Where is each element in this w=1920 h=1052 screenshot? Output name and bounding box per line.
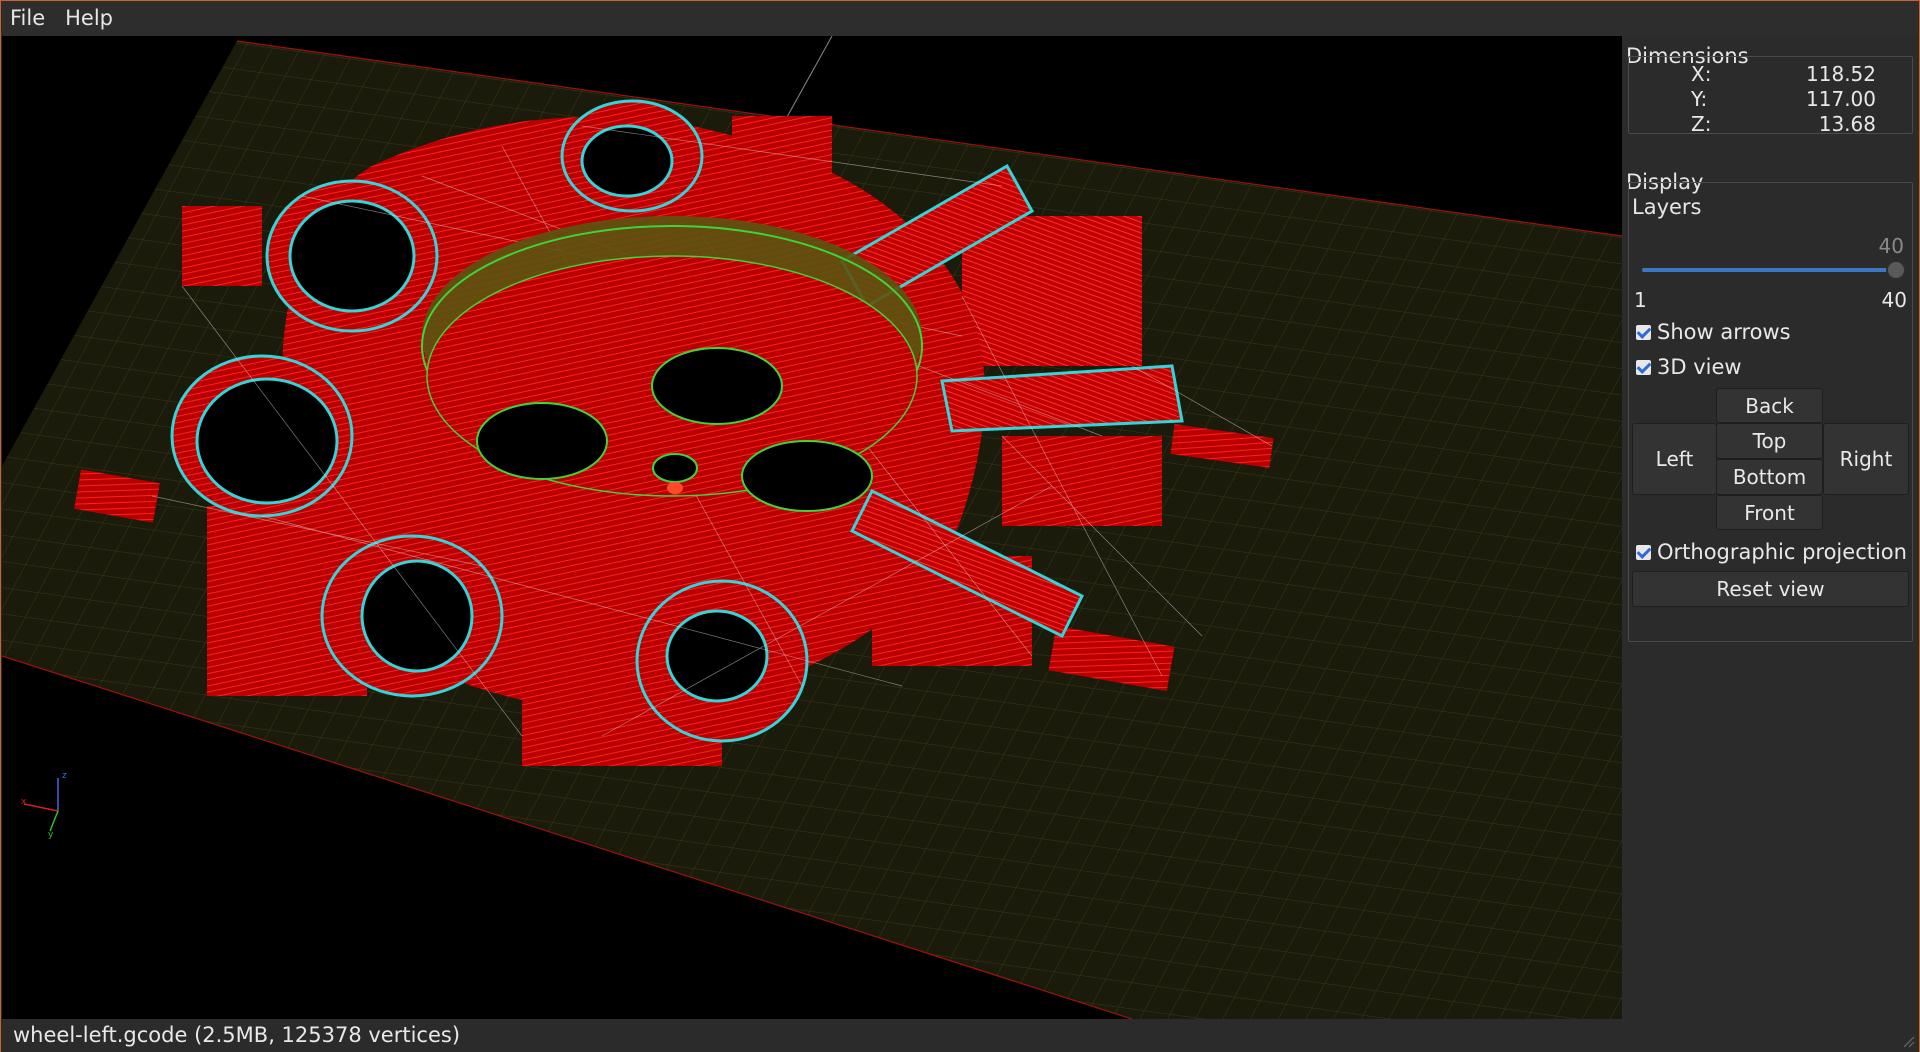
axis-gizmo: z x y <box>21 771 67 840</box>
status-text: wheel-left.gcode (2.5MB, 125378 vertices… <box>13 1023 461 1047</box>
view-front-button[interactable]: Front <box>1716 495 1823 530</box>
layers-max: 40 <box>1881 288 1907 312</box>
checkbox-checked-icon[interactable] <box>1636 544 1651 560</box>
dimension-y-value: 117.00 <box>1806 87 1876 111</box>
dimension-z: Z: 13.68 <box>1629 112 1914 142</box>
menu-help[interactable]: Help <box>55 1 123 36</box>
layers-slider-handle[interactable] <box>1886 260 1906 280</box>
dimension-x-label: X: <box>1691 62 1712 86</box>
dimension-z-value: 13.68 <box>1818 112 1876 136</box>
view-top-button[interactable]: Top <box>1716 423 1823 459</box>
layers-label: Layers <box>1632 195 1702 219</box>
dimensions-group: X: 118.52 Y: 117.00 Z: 13.68 <box>1628 56 1913 136</box>
axis-z-label: z <box>62 771 67 781</box>
axis-y-label: y <box>48 830 54 840</box>
status-bar: wheel-left.gcode (2.5MB, 125378 vertices… <box>1 1019 1919 1052</box>
view-left-button[interactable]: Left <box>1632 423 1717 495</box>
resize-grip-icon[interactable] <box>1901 1034 1915 1048</box>
menu-bar: File Help <box>1 1 1919 36</box>
3d-view-label: 3D view <box>1657 355 1742 379</box>
reset-view-button[interactable]: Reset view <box>1632 571 1909 607</box>
layers-min: 1 <box>1634 288 1647 312</box>
layers-slider-track[interactable] <box>1642 268 1897 272</box>
show-arrows-checkbox[interactable]: Show arrows <box>1636 318 1791 346</box>
orthographic-checkbox[interactable]: Orthographic projection <box>1636 538 1907 566</box>
layers-current-value: 40 <box>1878 234 1904 258</box>
menu-file[interactable]: File <box>1 1 55 36</box>
dimension-z-label: Z: <box>1691 112 1712 136</box>
3d-view-checkbox[interactable]: 3D view <box>1636 353 1742 381</box>
checkbox-checked-icon[interactable] <box>1636 359 1651 375</box>
central-ring <box>421 216 923 512</box>
dimension-x-value: 118.52 <box>1806 62 1876 86</box>
checkbox-checked-icon[interactable] <box>1636 324 1651 340</box>
app-window: File Help z x y Dimensions X: 118.52 Y: … <box>0 0 1920 1052</box>
gcode-render: z x y <box>2 36 1622 1019</box>
gcode-3d-viewport[interactable]: z x y <box>2 36 1622 1019</box>
axis-x-label: x <box>21 797 27 807</box>
view-bottom-button[interactable]: Bottom <box>1716 459 1823 495</box>
view-back-button[interactable]: Back <box>1716 388 1823 423</box>
dimension-y-label: Y: <box>1691 87 1708 111</box>
side-panel: Dimensions X: 118.52 Y: 117.00 Z: 13.68 … <box>1622 36 1919 1019</box>
show-arrows-label: Show arrows <box>1657 320 1791 344</box>
view-right-button[interactable]: Right <box>1823 423 1909 495</box>
orthographic-label: Orthographic projection <box>1657 540 1907 564</box>
